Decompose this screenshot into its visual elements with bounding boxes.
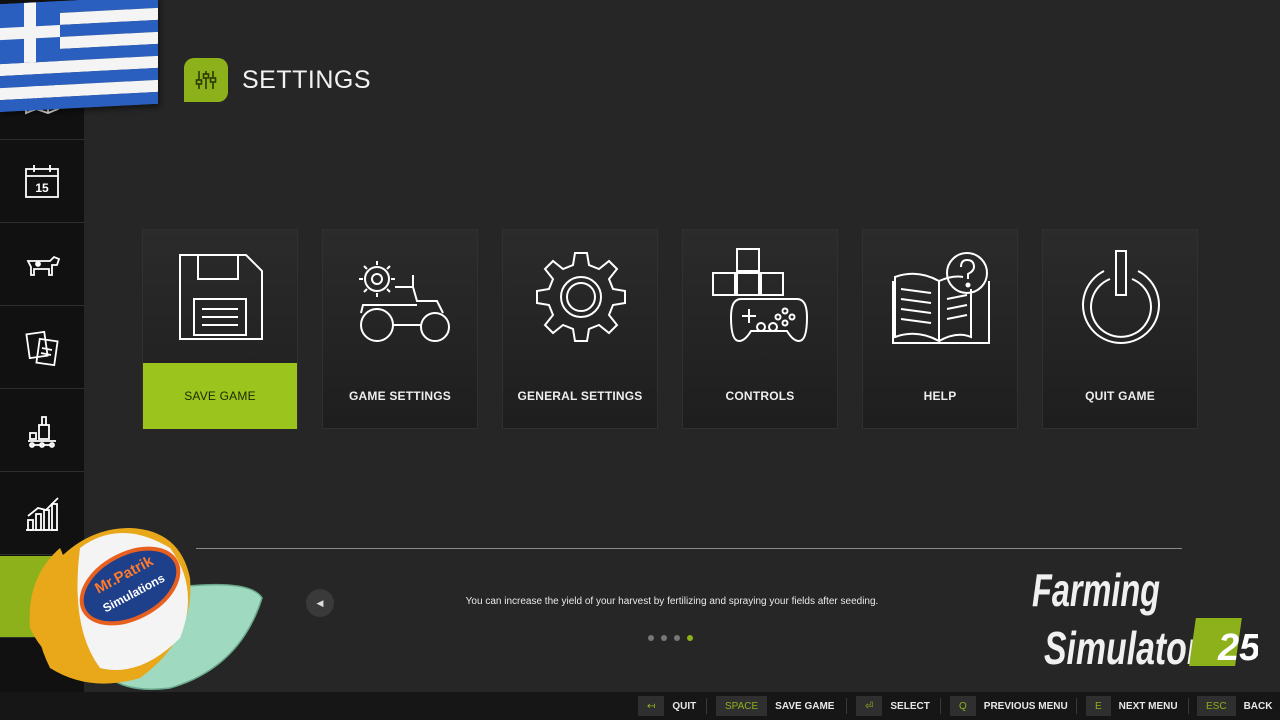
gear-icon — [536, 251, 626, 342]
contracts-icon — [25, 330, 59, 366]
save-game-tile[interactable]: SAVE GAME — [142, 229, 298, 429]
key-e: E — [1086, 696, 1111, 716]
page-title: SETTINGS — [242, 65, 372, 94]
tip-prev-button[interactable]: ◀ — [306, 589, 334, 617]
sidebar-item-animals[interactable] — [0, 224, 84, 306]
general-settings-label: GENERAL SETTINGS — [517, 389, 643, 403]
key-esc: ESC — [1197, 696, 1236, 716]
game-settings-label: GAME SETTINGS — [349, 389, 451, 403]
tip-page-dot-active[interactable] — [687, 635, 693, 641]
tip-text: You can increase the yield of your harve… — [465, 596, 879, 607]
quit-game-label: QUIT GAME — [1085, 389, 1155, 403]
tip-pagination — [648, 635, 693, 641]
sidebar-item-calendar[interactable]: 15 — [0, 141, 84, 223]
tip-page-dot[interactable] — [648, 635, 654, 641]
game-settings-tile[interactable]: GAME SETTINGS — [322, 229, 478, 429]
footer-quit[interactable]: ↤ QUIT — [638, 696, 696, 716]
footer-back-label: BACK — [1243, 700, 1273, 712]
floppy-disk-icon — [179, 253, 263, 340]
footer-previous-menu[interactable]: Q PREVIOUS MENU — [950, 696, 1068, 716]
footer-next-label: NEXT MENU — [1118, 700, 1178, 712]
key-enter: ⏎ — [856, 696, 883, 716]
footer-separator — [940, 698, 941, 714]
footer-quit-label: QUIT — [672, 700, 697, 712]
tip-page-dot[interactable] — [674, 635, 680, 641]
cap-logo-overlay: Mr.Patrik Simulations — [29, 528, 263, 690]
logo-line-2: Simulator — [1044, 622, 1202, 672]
footer-previous-label: PREVIOUS MENU — [983, 700, 1068, 712]
cow-icon — [26, 255, 61, 276]
settings-sliders-icon — [184, 58, 228, 102]
logo-number: 25 — [1217, 627, 1258, 669]
sidebar-item-production[interactable] — [0, 390, 84, 472]
greek-flag-overlay — [0, 0, 158, 113]
footer-separator — [1076, 698, 1077, 714]
help-label: HELP — [923, 389, 957, 403]
key-space: SPACE — [716, 696, 768, 716]
footer-save-label: SAVE GAME — [775, 700, 835, 712]
divider — [196, 548, 1182, 549]
footer-save-game[interactable]: SPACE SAVE GAME — [716, 696, 834, 716]
save-game-label: SAVE GAME — [143, 363, 297, 429]
general-settings-tile[interactable]: GENERAL SETTINGS — [502, 229, 658, 429]
farming-simulator-logo: Farming Simulator 25 — [1032, 564, 1258, 672]
gamepad-keys-icon — [712, 247, 809, 342]
footer-separator — [846, 698, 847, 714]
calendar-day: 15 — [35, 181, 49, 195]
footer-select[interactable]: ⏎ SELECT — [856, 696, 930, 716]
quit-game-tile[interactable]: QUIT GAME — [1042, 229, 1198, 429]
footer-back[interactable]: ESC BACK — [1197, 696, 1272, 716]
key-q: Q — [950, 696, 976, 716]
tractor-gear-icon — [359, 260, 450, 342]
production-icon — [28, 415, 56, 448]
footer-next-menu[interactable]: E NEXT MENU — [1086, 696, 1178, 716]
controls-label: CONTROLS — [725, 389, 795, 403]
calendar-icon: 15 — [25, 164, 59, 198]
key-quit: ↤ — [638, 696, 665, 716]
help-tile[interactable]: HELP — [862, 229, 1018, 429]
book-question-icon — [892, 251, 990, 344]
tip-page-dot[interactable] — [661, 635, 667, 641]
page-header: SETTINGS — [184, 58, 371, 102]
footer-separator — [1188, 698, 1189, 714]
logo-line-1: Farming — [1032, 564, 1160, 616]
arrow-left-icon: ◀ — [316, 597, 324, 608]
controls-tile[interactable]: CONTROLS — [682, 229, 838, 429]
footer-select-label: SELECT — [890, 700, 930, 712]
sidebar-item-contracts[interactable] — [0, 307, 84, 389]
power-icon — [1082, 249, 1160, 344]
footer-separator — [706, 698, 707, 714]
